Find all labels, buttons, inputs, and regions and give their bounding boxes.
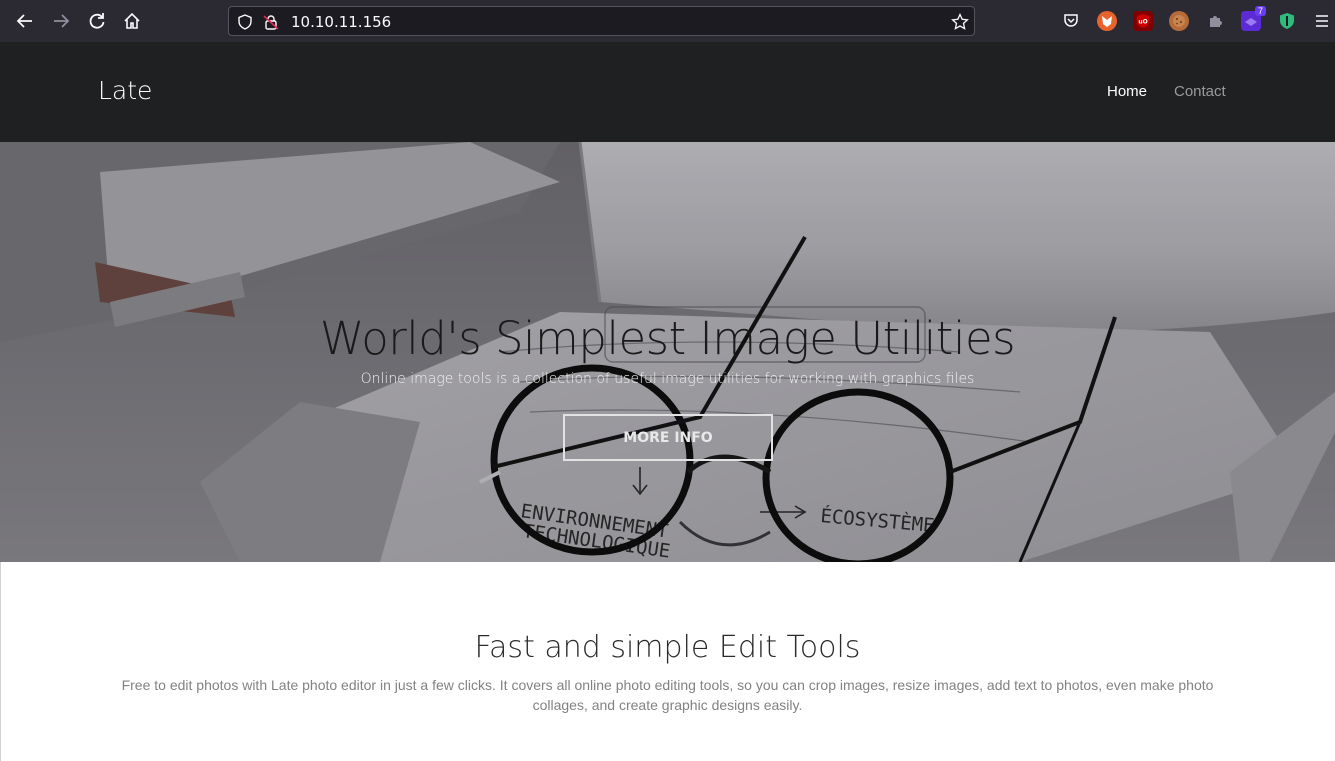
back-arrow-icon (16, 14, 32, 28)
insecure-lock-icon[interactable] (262, 13, 280, 31)
reload-icon (89, 13, 105, 29)
foxyproxy-icon[interactable] (1097, 11, 1117, 31)
hero-section: ENVIRONNEMENT TECHNOLOGIQUE ÉCOSYSTÈME W… (0, 142, 1335, 562)
pocket-icon[interactable] (1061, 11, 1081, 31)
site-logo[interactable]: Late (98, 76, 152, 105)
extension-puzzle-icon[interactable] (1205, 11, 1225, 31)
home-button[interactable] (120, 9, 144, 33)
back-button[interactable] (13, 9, 37, 33)
forward-arrow-icon (54, 14, 70, 28)
home-icon (124, 12, 140, 29)
forward-button[interactable] (49, 9, 73, 33)
svg-text:uO: uO (1138, 19, 1147, 26)
hero-title: World's Simplest Image Utilities (319, 312, 1016, 365)
extension-badge: 7 (1254, 6, 1266, 16)
features-description: Free to edit photos with Late photo edit… (121, 677, 1214, 713)
hackbar-icon[interactable]: 7 (1241, 6, 1266, 31)
nav-home-link[interactable]: Home (1107, 83, 1147, 100)
shield-icon[interactable] (236, 13, 254, 31)
cookie-editor-icon[interactable] (1169, 11, 1189, 31)
url-bar[interactable]: 10.10.11.156 (228, 6, 975, 36)
ublock-origin-icon[interactable]: uO (1133, 11, 1153, 31)
features-title: Fast and simple Edit Tools (474, 630, 861, 665)
site-header: Late Home Contact (0, 42, 1335, 142)
hamburger-menu-icon[interactable] (1312, 11, 1332, 31)
hero-subtitle: Online image tools is a collection of us… (360, 371, 975, 387)
url-text[interactable]: 10.10.11.156 (291, 13, 391, 31)
privacy-badger-icon[interactable] (1277, 11, 1297, 31)
bookmark-star-icon[interactable] (951, 13, 969, 31)
browser-toolbar: 10.10.11.156 uO 7 (0, 0, 1335, 43)
more-info-button[interactable]: MORE INFO (563, 414, 773, 461)
nav-contact-link[interactable]: Contact (1174, 83, 1226, 100)
reload-button[interactable] (85, 9, 109, 33)
